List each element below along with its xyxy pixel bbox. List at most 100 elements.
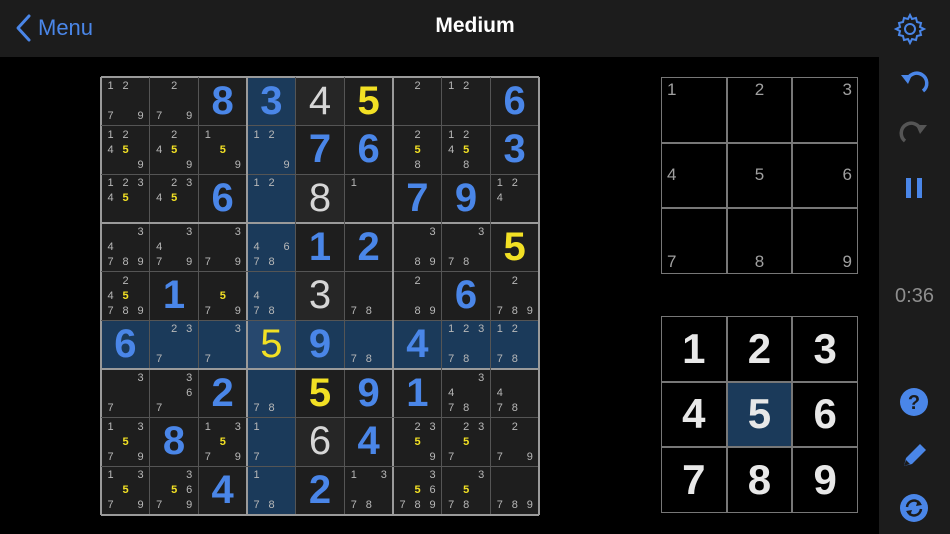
note-pad-key[interactable]: 8 — [726, 208, 793, 274]
board-cell[interactable]: 8 — [295, 174, 345, 223]
board-cell[interactable]: 12 78 — [490, 320, 539, 369]
board-cell[interactable]: 1 — [393, 369, 442, 418]
note-pad-key[interactable]: 3 — [792, 77, 858, 143]
board-cell[interactable]: 6 — [101, 320, 150, 369]
board-cell[interactable]: 4 78 — [490, 369, 539, 418]
board-cell[interactable]: 3 4 78 — [441, 369, 491, 418]
board-cell[interactable]: 2 7 9 — [149, 77, 199, 126]
board-cell[interactable]: 23 45 — [149, 174, 199, 223]
board-cell[interactable]: 37 — [198, 320, 247, 369]
board-cell[interactable]: 23 7 — [149, 320, 199, 369]
board-cell[interactable]: 2 — [344, 223, 393, 272]
board-cell[interactable]: 37 — [101, 369, 150, 418]
board-cell[interactable]: 9 — [344, 369, 393, 418]
board-cell[interactable]: 12459 — [101, 125, 150, 175]
board-cell[interactable]: 8 — [198, 77, 247, 126]
board-cell[interactable]: 245789 — [101, 271, 150, 321]
board-cell[interactable]: 4 — [198, 466, 247, 515]
refresh-icon[interactable] — [895, 489, 933, 527]
board-cell[interactable]: 9 — [441, 174, 491, 223]
redo-icon[interactable] — [895, 117, 933, 155]
board-cell[interactable]: 1 — [149, 271, 199, 321]
board-cell[interactable]: 2 — [198, 369, 247, 418]
board-cell[interactable]: 12 7 9 — [101, 77, 150, 126]
board-cell[interactable]: 3 — [490, 125, 539, 175]
note-pad-key[interactable]: 5 — [726, 142, 793, 209]
number-pad-key[interactable]: 4 — [661, 381, 727, 448]
board-cell[interactable]: 1 357 9 — [101, 417, 150, 467]
board-cell[interactable]: 4 — [295, 77, 345, 126]
board-cell[interactable]: 123 78 — [441, 320, 491, 369]
board-cell[interactable]: 2 89 — [393, 271, 442, 321]
note-pad-key[interactable]: 2 — [726, 77, 793, 143]
board-cell[interactable]: 4 78 — [247, 271, 296, 321]
board-cell[interactable]: 5 — [490, 223, 539, 272]
number-pad-key[interactable]: 2 — [726, 316, 793, 382]
board-cell[interactable]: 7 — [295, 125, 345, 175]
board-cell[interactable]: 124 — [490, 174, 539, 223]
pause-icon[interactable] — [895, 169, 933, 207]
board-cell[interactable]: 123 45 — [101, 174, 150, 223]
board-cell[interactable]: 1 357 9 — [101, 466, 150, 515]
board-cell[interactable]: 3 89 — [393, 223, 442, 272]
note-pad-key[interactable]: 4 — [661, 142, 727, 209]
number-pad-key[interactable]: 9 — [792, 447, 858, 513]
board-cell[interactable]: 356 789 — [393, 466, 442, 515]
board-cell[interactable]: 3 6 7 — [149, 369, 199, 418]
number-pad-key[interactable]: 5 — [726, 381, 793, 448]
board-cell[interactable]: 159 — [198, 125, 247, 175]
board-cell[interactable]: 2 — [295, 466, 345, 515]
board-cell[interactable]: 2 7 9 — [490, 417, 539, 467]
note-pad-key[interactable]: 7 — [661, 208, 727, 274]
board-cell[interactable]: 3 7 9 — [198, 223, 247, 272]
board-cell[interactable]: 3578 — [441, 466, 491, 515]
board-cell[interactable]: 1 357 9 — [198, 417, 247, 467]
undo-icon[interactable] — [895, 67, 933, 105]
pencil-icon[interactable] — [895, 437, 933, 475]
board-cell[interactable]: 5 — [247, 320, 296, 369]
board-cell[interactable]: 8 — [149, 417, 199, 467]
board-cell[interactable]: 78 — [344, 320, 393, 369]
board-cell[interactable]: 1 78 — [247, 466, 296, 515]
note-pad-key[interactable]: 1 — [661, 77, 727, 143]
board-cell[interactable]: 5 — [344, 77, 393, 126]
board-cell[interactable]: 17 — [247, 417, 296, 467]
board-cell[interactable]: 1 — [295, 223, 345, 272]
number-pad-key[interactable]: 8 — [726, 447, 793, 513]
board-cell[interactable]: 6 — [490, 77, 539, 126]
board-cell[interactable]: 789 — [490, 466, 539, 515]
board-cell[interactable]: 78 — [247, 369, 296, 418]
board-cell[interactable]: 6 — [295, 417, 345, 467]
board-cell[interactable]: 2357 — [441, 417, 491, 467]
board-cell[interactable]: 2359 — [393, 417, 442, 467]
board-cell[interactable]: 3 4 789 — [101, 223, 150, 272]
board-cell[interactable]: 5 — [295, 369, 345, 418]
note-pad-key[interactable]: 6 — [792, 142, 858, 209]
board-cell[interactable]: 3 78 — [441, 223, 491, 272]
board-cell[interactable]: 3 — [295, 271, 345, 321]
board-cell[interactable]: 57 9 — [198, 271, 247, 321]
board-cell[interactable]: 1 3 78 — [344, 466, 393, 515]
board-cell[interactable]: 2 789 — [490, 271, 539, 321]
board-cell[interactable]: 4 — [393, 320, 442, 369]
board-cell[interactable]: 6 — [198, 174, 247, 223]
question-icon[interactable]: ? — [895, 383, 933, 421]
board-cell[interactable]: 4 — [344, 417, 393, 467]
board-cell[interactable]: 356 7 9 — [149, 466, 199, 515]
board-cell[interactable]: 2459 — [149, 125, 199, 175]
number-pad-key[interactable]: 3 — [792, 316, 858, 382]
board-cell[interactable]: 4 6 78 — [247, 223, 296, 272]
gear-icon[interactable] — [893, 12, 927, 46]
number-pad-key[interactable]: 6 — [792, 381, 858, 448]
board-cell[interactable]: 3 4 7 9 — [149, 223, 199, 272]
board-cell[interactable]: 12 9 — [247, 125, 296, 175]
back-button[interactable]: Menu — [14, 12, 93, 44]
board-cell[interactable]: 12 — [441, 77, 491, 126]
board-cell[interactable]: 1245 8 — [441, 125, 491, 175]
board-cell[interactable]: 2 — [393, 77, 442, 126]
board-cell[interactable]: 3 — [247, 77, 296, 126]
board-cell[interactable]: 78 — [344, 271, 393, 321]
board-cell[interactable]: 7 — [393, 174, 442, 223]
board-cell[interactable]: 6 — [441, 271, 491, 321]
number-pad-key[interactable]: 7 — [661, 447, 727, 513]
